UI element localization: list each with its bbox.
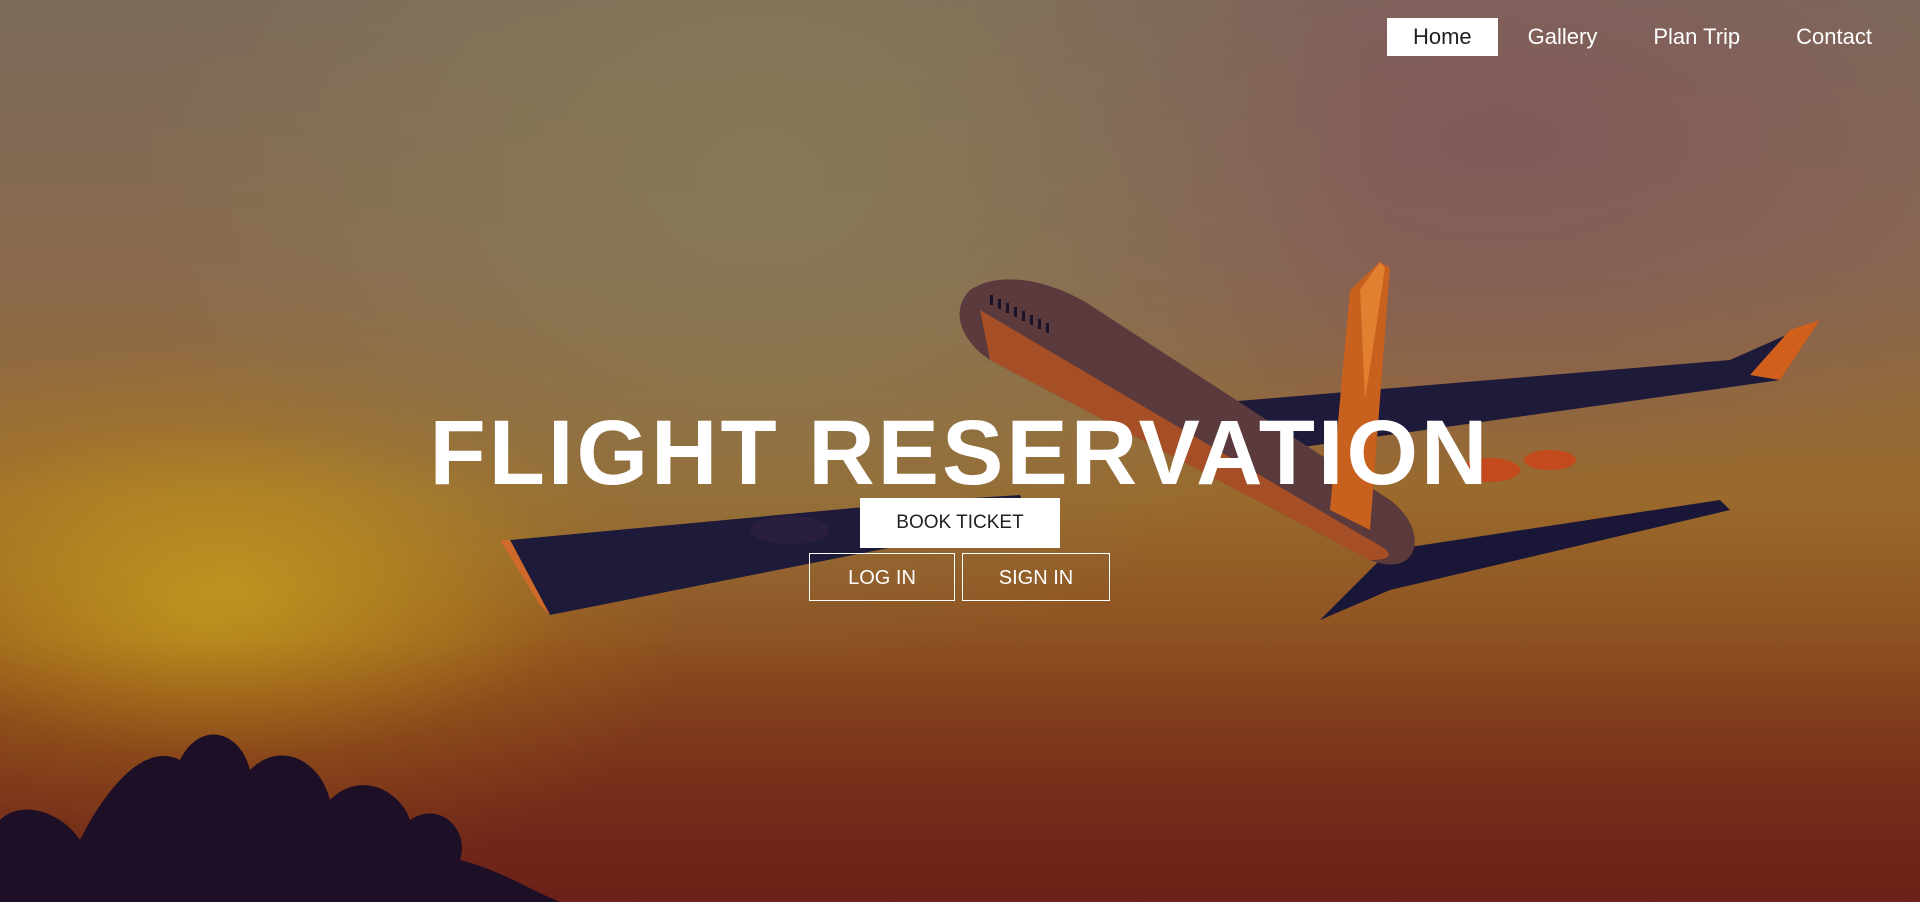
nav-plan-trip[interactable]: Plan Trip [1627,18,1766,56]
log-in-button[interactable]: LOG IN [809,553,955,601]
main-nav: Home Gallery Plan Trip Contact [1386,18,1898,56]
page-title: FLIGHT RESERVATION [429,402,1491,504]
nav-home[interactable]: Home [1386,18,1498,56]
nav-gallery[interactable]: Gallery [1502,18,1624,56]
cloud-silhouette [0,734,560,902]
hero-section: Home Gallery Plan Trip Contact FLIGHT RE… [0,0,1920,902]
book-ticket-button[interactable]: BOOK TICKET [860,498,1060,548]
sign-in-button[interactable]: SIGN IN [962,553,1110,601]
nav-contact[interactable]: Contact [1770,18,1898,56]
